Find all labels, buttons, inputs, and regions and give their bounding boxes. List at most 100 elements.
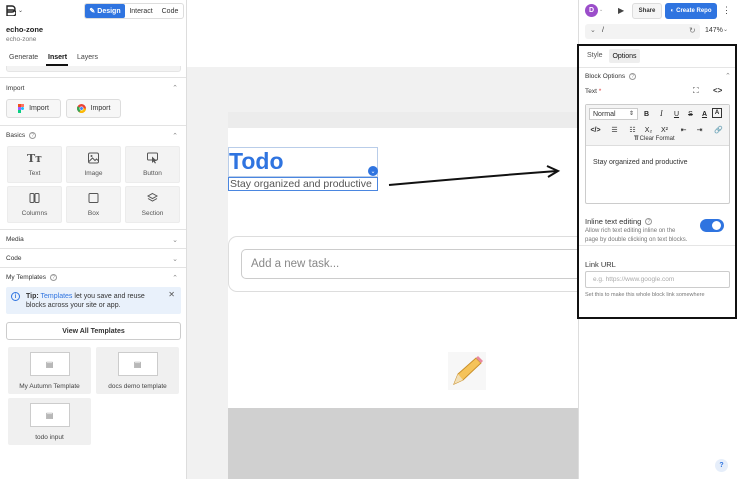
- address-bar[interactable]: ⌄ / ↻: [585, 24, 700, 39]
- editor-content[interactable]: Stay organized and productive: [593, 159, 688, 166]
- tab-code[interactable]: Code: [157, 4, 183, 18]
- basics-tile-columns-label: Columns: [21, 210, 48, 217]
- chevron-down-icon[interactable]: ⌄: [368, 166, 378, 176]
- tab-generate[interactable]: Generate: [9, 54, 38, 61]
- inline-editing-description: Allow rich text editing inline on the pa…: [585, 227, 687, 245]
- expand-icon[interactable]: ⛶: [693, 86, 699, 96]
- new-task-input[interactable]: Add a new task...: [241, 249, 578, 279]
- code-section-title: Code: [6, 255, 22, 262]
- avatar[interactable]: D: [585, 4, 598, 17]
- import-chrome-button[interactable]: Import: [66, 99, 121, 118]
- refresh-icon[interactable]: ↻: [689, 26, 696, 35]
- outdent-icon[interactable]: ⇤: [677, 124, 690, 136]
- text-color-icon[interactable]: A: [698, 108, 711, 120]
- code-section-header[interactable]: Code ⌄: [0, 248, 186, 268]
- media-section-header[interactable]: Media ⌄: [0, 229, 186, 249]
- basics-tile-text[interactable]: Tт Text: [7, 146, 62, 183]
- chevron-down-icon[interactable]: ⌄: [599, 7, 603, 13]
- left-panel: ⌄ ✎ Design Interact Code echo-zone echo-…: [0, 0, 187, 479]
- import-section-header[interactable]: Import ⌃: [0, 78, 186, 98]
- link-url-input[interactable]: e.g. https://www.google.com: [585, 271, 730, 288]
- help-button[interactable]: ?: [715, 459, 728, 472]
- ordered-list-icon[interactable]: ☰: [608, 124, 621, 136]
- bold-icon[interactable]: B: [640, 108, 653, 120]
- media-section-title: Media: [6, 236, 24, 243]
- basics-tile-section-label: Section: [141, 210, 164, 217]
- bullet-list-icon[interactable]: ☷: [626, 124, 639, 136]
- basics-section-title: Basics: [6, 132, 26, 139]
- view-all-templates-button[interactable]: View All Templates: [6, 322, 181, 340]
- basics-tile-button-label: Button: [143, 170, 162, 177]
- chevron-up-icon: ⌃: [172, 133, 178, 140]
- info-icon: ?: [629, 73, 637, 80]
- templates-section-header[interactable]: My Templates ? ⌃: [0, 267, 186, 287]
- text-label: Text: [585, 88, 597, 95]
- template-card[interactable]: ▤ todo input: [8, 398, 91, 445]
- layout-icon: ▤: [133, 359, 142, 369]
- more-vertical-icon[interactable]: ⋮: [722, 5, 731, 16]
- arrow-annotation: [388, 165, 561, 186]
- layout-icon: ▤: [45, 359, 54, 369]
- import-figma-button[interactable]: Import: [6, 99, 61, 118]
- basics-tile-box[interactable]: Box: [66, 186, 121, 223]
- chevron-up-icon[interactable]: ⌃: [725, 72, 731, 80]
- page-heading: Todo: [229, 148, 284, 174]
- task-input-card: Add a new task...: [228, 236, 578, 292]
- chevron-down-icon: ⌄: [18, 8, 24, 14]
- clear-format-button[interactable]: T̸ Clear Format: [634, 136, 675, 142]
- tip-text-2: blocks across your site or app.: [26, 302, 121, 309]
- create-repo-button[interactable]: ◐ Create Repo: [665, 3, 717, 19]
- tip-templates-link[interactable]: Templates: [41, 293, 73, 300]
- clear-format-label: Clear Format: [639, 136, 675, 142]
- basics-tile-image[interactable]: Image: [66, 146, 121, 183]
- underline-icon[interactable]: U: [670, 108, 683, 120]
- basics-tile-columns[interactable]: Columns: [7, 186, 62, 223]
- pencil-illustration: [448, 352, 486, 390]
- tip-label: Tip:: [26, 293, 39, 300]
- pencil-icon: ✎: [89, 8, 96, 15]
- text-icon: Tт: [26, 152, 42, 165]
- link-icon[interactable]: 🔗: [712, 124, 725, 136]
- chevron-down-icon: ⌄: [172, 237, 178, 244]
- info-circle-icon: i: [11, 292, 20, 301]
- strikethrough-icon[interactable]: S: [684, 108, 697, 120]
- inline-desc-1: Allow rich text editing inline on the: [585, 228, 676, 234]
- subheading-block[interactable]: Stay organized and productive: [228, 177, 378, 191]
- italic-icon[interactable]: I: [655, 108, 668, 120]
- heading-block[interactable]: Todo ⌄: [228, 147, 378, 177]
- options-panel-highlight: Style Options Block Options ? ⌃ Text * ⛶…: [577, 44, 737, 319]
- tab-design[interactable]: ✎ Design: [85, 4, 125, 18]
- code-block-icon[interactable]: </>: [589, 124, 602, 136]
- code-view-icon[interactable]: <>: [713, 86, 722, 95]
- template-card[interactable]: ▤ My Autumn Template: [8, 347, 91, 394]
- cursor-click-icon: [147, 152, 158, 164]
- highlight-icon[interactable]: A: [712, 108, 722, 118]
- zoom-level[interactable]: 147%: [705, 27, 723, 34]
- close-icon[interactable]: ✕: [168, 290, 175, 299]
- template-name: todo input: [35, 434, 64, 441]
- superscript-icon[interactable]: X²: [658, 124, 671, 136]
- chevron-down-icon: ⌄: [172, 256, 178, 263]
- basics-section-header[interactable]: Basics ? ⌃: [0, 125, 186, 145]
- template-thumbnail: ▤: [29, 352, 70, 376]
- tip-text-1: let you save and reuse: [74, 293, 145, 300]
- inline-editing-toggle[interactable]: [700, 219, 724, 232]
- inline-desc-2: page by double clicking on text blocks.: [585, 237, 688, 243]
- format-select[interactable]: Normal ⇕: [589, 108, 638, 120]
- basics-tile-section[interactable]: Section: [125, 186, 180, 223]
- indent-icon[interactable]: ⇥: [693, 124, 706, 136]
- chrome-icon: [76, 104, 86, 113]
- subscript-icon[interactable]: X₂: [642, 124, 655, 136]
- play-icon[interactable]: ▶: [618, 6, 624, 15]
- template-card[interactable]: ▤ docs demo template: [96, 347, 179, 394]
- tab-style[interactable]: Style: [587, 52, 603, 59]
- tab-layers[interactable]: Layers: [77, 54, 98, 61]
- tab-interact[interactable]: Interact: [125, 4, 157, 18]
- basics-tile-button[interactable]: Button: [125, 146, 180, 183]
- share-button[interactable]: Share: [632, 3, 662, 19]
- tab-insert[interactable]: Insert: [48, 54, 67, 61]
- app-logo[interactable]: ⌄: [6, 5, 23, 16]
- chevron-up-down-icon: ⇕: [628, 111, 634, 117]
- tab-options[interactable]: Options: [609, 49, 640, 63]
- chevron-down-icon[interactable]: ⌄: [590, 26, 596, 34]
